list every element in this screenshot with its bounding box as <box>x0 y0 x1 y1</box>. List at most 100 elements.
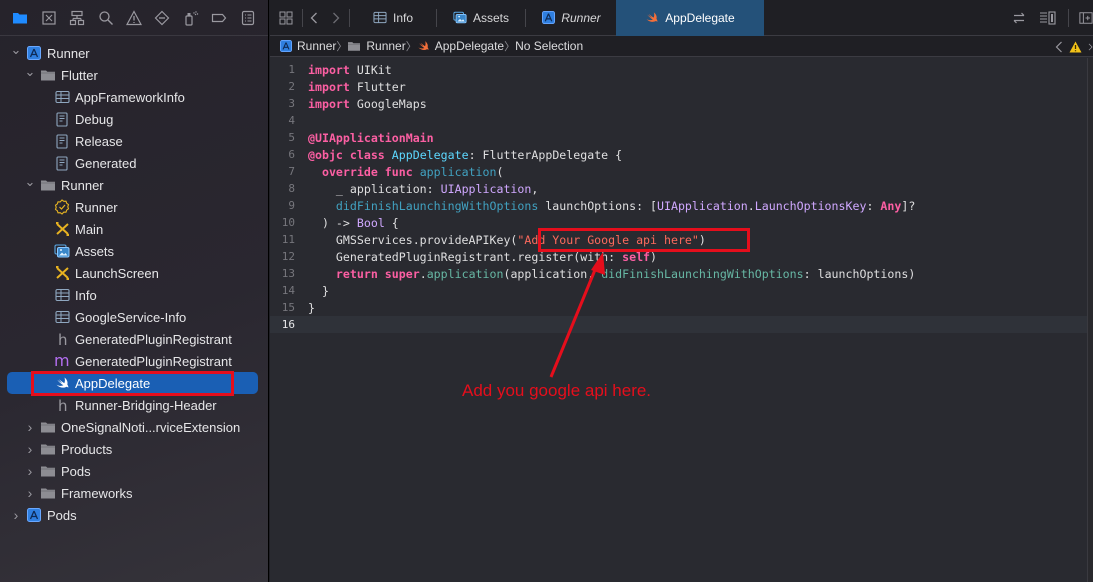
tab-label: Assets <box>472 10 509 25</box>
symbol-navigator-button[interactable] <box>63 6 91 30</box>
tab-appdelegate[interactable]: AppDelegate <box>616 0 764 36</box>
tree-item-googleservice-info[interactable]: GoogleService-Info <box>0 306 268 328</box>
chevron-right-icon[interactable]: › <box>24 441 36 457</box>
tab-info[interactable]: Info <box>350 0 436 36</box>
code-line[interactable]: 10 ) -> Bool { <box>270 214 1087 231</box>
header-file-icon: h <box>54 331 70 347</box>
tree-item-flutter[interactable]: ⌄ Flutter <box>0 64 268 86</box>
tree-item-pods[interactable]: › Pods <box>0 460 268 482</box>
tree-item-runner[interactable]: ⌄ Runner <box>0 42 268 64</box>
tree-item-generatedpluginregistrant[interactable]: m GeneratedPluginRegistrant <box>0 350 268 372</box>
chevron-right-icon[interactable]: › <box>24 485 36 501</box>
tree-item-runner-bridging-header[interactable]: h Runner-Bridging-Header <box>0 394 268 416</box>
tree-item-main[interactable]: Main <box>0 218 268 240</box>
issue-navigator-button[interactable] <box>120 6 148 30</box>
project-tree: ⌄ Runner ⌄ Flutter AppFrameworkInfo Debug Rele… <box>0 42 268 526</box>
tree-item-appframeworkinfo[interactable]: AppFrameworkInfo <box>0 86 268 108</box>
code-line[interactable]: 3 import GoogleMaps <box>270 95 1087 112</box>
tree-item-products[interactable]: › Products <box>0 438 268 460</box>
code-token: UIKit <box>349 62 392 77</box>
forward-button[interactable] <box>325 6 347 30</box>
code-line[interactable]: 9 didFinishLaunchingWithOptions launchOp… <box>270 197 1087 214</box>
editor-scrollbar[interactable] <box>1087 58 1093 582</box>
breadcrumb-item[interactable]: AppDelegate <box>417 39 504 53</box>
swap-arrows-icon <box>1013 12 1025 24</box>
code-line[interactable]: 2 import Flutter <box>270 78 1087 95</box>
chevron-right-icon[interactable]: › <box>24 419 36 435</box>
test-navigator-button[interactable] <box>148 6 176 30</box>
tab-bar: Info Assets Runner AppDelegate <box>270 0 1093 36</box>
line-number: 5 <box>288 131 295 144</box>
search-icon <box>98 10 113 25</box>
code-line[interactable]: 12 GeneratedPluginRegistrant.register(wi… <box>270 248 1087 265</box>
tree-item-appdelegate[interactable]: AppDelegate <box>0 372 268 394</box>
next-issue-button[interactable] <box>1088 41 1093 53</box>
breadcrumb-item[interactable]: Runner <box>280 39 336 53</box>
back-button[interactable] <box>303 6 325 30</box>
chevron-right-icon[interactable]: › <box>10 507 22 523</box>
code-token: AppDelegate <box>391 147 469 162</box>
tree-item-launchscreen[interactable]: LaunchScreen <box>0 262 268 284</box>
tree-item-generatedpluginregistrant[interactable]: h GeneratedPluginRegistrant <box>0 328 268 350</box>
tree-item-info[interactable]: Info <box>0 284 268 306</box>
breadcrumb-item[interactable]: Runner <box>347 39 406 53</box>
issue-warning-button[interactable] <box>1069 41 1082 53</box>
warning-icon <box>125 9 142 25</box>
chevron-right-icon[interactable]: › <box>24 463 36 479</box>
code-line[interactable]: 5 @UIApplicationMain <box>270 129 1087 146</box>
code-line[interactable]: 8 _ application: UIApplication, <box>270 180 1087 197</box>
code-line[interactable]: 11 GMSServices.provideAPIKey("Add Your G… <box>270 231 1087 248</box>
add-editor-button[interactable] <box>1079 6 1093 30</box>
code-line[interactable]: 13 return super. application (application,… <box>270 265 1087 282</box>
swift-file-icon <box>417 40 430 52</box>
chevron-down-icon[interactable]: ⌄ <box>10 42 22 57</box>
tree-item-runner[interactable]: ⌄ Runner <box>0 174 268 196</box>
breadcrumb-item[interactable]: No Selection <box>515 39 583 53</box>
code-token: "Add Your Google api here" <box>517 232 699 247</box>
source-editor[interactable]: 1 import UIKit 2 import Flutter 3 import Goog… <box>270 58 1087 582</box>
find-navigator-button[interactable] <box>91 6 119 30</box>
code-line[interactable]: 14 } <box>270 282 1087 299</box>
plist-icon <box>54 287 70 303</box>
svg-text:h: h <box>58 331 68 347</box>
code-token: ) <box>650 249 658 264</box>
tree-item-runner[interactable]: Runner <box>0 196 268 218</box>
code-token: didFinishLaunchingWithOptions <box>601 266 804 281</box>
editor-options-button[interactable] <box>1038 6 1058 30</box>
breakpoint-navigator-button[interactable] <box>205 6 233 30</box>
tree-item-frameworks[interactable]: › Frameworks <box>0 482 268 504</box>
folder-icon <box>40 441 56 457</box>
code-line[interactable]: 1 import UIKit <box>270 61 1087 78</box>
spray-can-icon <box>185 10 199 26</box>
tab-label: Info <box>392 10 413 25</box>
source-control-icon <box>42 10 56 25</box>
tab-runner[interactable]: Runner <box>526 0 616 36</box>
debug-navigator-button[interactable] <box>177 6 205 30</box>
chevron-down-icon[interactable]: ⌄ <box>24 64 36 79</box>
tree-item-release[interactable]: Release <box>0 130 268 152</box>
tree-item-pods[interactable]: › Pods <box>0 504 268 526</box>
previous-issue-button[interactable] <box>1055 41 1063 53</box>
code-line[interactable]: 7 override func application( <box>270 163 1087 180</box>
breadcrumb-label: Runner <box>297 39 337 53</box>
report-navigator-button[interactable] <box>234 6 262 30</box>
swap-button[interactable] <box>1010 6 1028 30</box>
tab-assets[interactable]: Assets <box>437 0 525 36</box>
code-line[interactable]: 6 @objc class AppDelegate: FlutterAppDele… <box>270 146 1087 163</box>
tree-item-debug[interactable]: Debug <box>0 108 268 130</box>
code-token: @objc <box>308 147 343 162</box>
related-items-button[interactable] <box>270 6 302 30</box>
tree-item-assets[interactable]: Assets <box>0 240 268 262</box>
code-line[interactable]: 16 <box>270 316 1087 333</box>
tree-item-onesignalnoti-rviceextension[interactable]: › OneSignalNoti...rviceExtension <box>0 416 268 438</box>
source-control-navigator-button[interactable] <box>34 6 62 30</box>
tree-item-generated[interactable]: Generated <box>0 152 268 174</box>
code-line[interactable]: 4 <box>270 112 1087 129</box>
project-navigator-button[interactable] <box>6 6 34 30</box>
chevron-down-icon[interactable]: ⌄ <box>24 174 36 189</box>
code-line[interactable]: 15} <box>270 299 1087 316</box>
